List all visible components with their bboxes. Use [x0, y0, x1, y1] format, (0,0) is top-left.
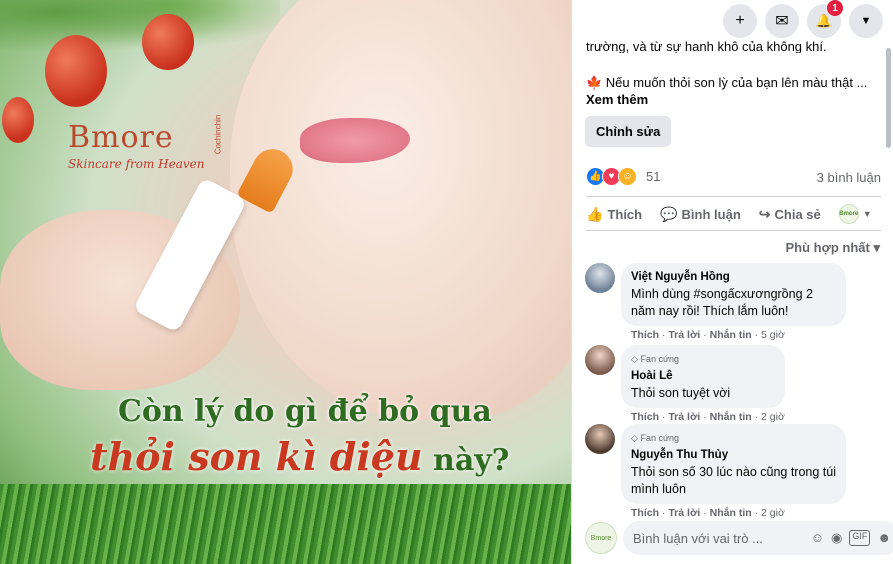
chevron-down-icon: ▼ [862, 209, 872, 219]
post-as-selector[interactable]: Bmore ▼ [838, 204, 872, 224]
comment-time[interactable]: 2 giờ [761, 411, 785, 423]
comment-reply-link[interactable]: Trả lời [668, 411, 700, 423]
grass-decor [0, 484, 571, 564]
top-fan-badge: ◇ Fan cứng [631, 351, 775, 368]
messenger-icon: ✉ [775, 13, 789, 30]
comment-text: Thỏi son tuyệt vời [631, 386, 731, 400]
comment-text: Thỏi son số 30 lúc nào cũng trong túi mì… [631, 465, 836, 496]
comment-bubble: ◇ Fan cứng Nguyễn Thu Thủy Thỏi son số 3… [621, 424, 846, 504]
comment-input-placeholder: Bình luận với vai trò ... [633, 530, 763, 546]
badge-label: Fan cứng [640, 433, 679, 443]
model-face [230, 0, 571, 420]
comment-meta: Thích · Trả lời · Nhắn tin · 5 giờ [631, 329, 785, 341]
see-more-link[interactable]: Xem thêm [586, 92, 648, 107]
comment-composer: Bmore Bình luận với vai trò ... ☺ ◉ GIF … [585, 521, 893, 555]
page-avatar: Bmore [838, 204, 859, 224]
comment-time[interactable]: 2 giờ [761, 507, 785, 519]
post-photo[interactable]: Bmore Skincare from Heaven Cochinchin Cò… [0, 0, 571, 564]
headline-line1: Còn lý do gì để bỏ qua [118, 394, 492, 429]
notification-badge: 1 [827, 0, 843, 16]
logo-name: more [91, 120, 174, 155]
gac-fruit [2, 97, 34, 143]
caption-partial: trường, và từ sự hanh khô của không khí. [586, 41, 827, 53]
comment-like-link[interactable]: Thích [631, 507, 659, 519]
notifications-button[interactable]: 🔔 1 [807, 0, 843, 38]
share-label: Chia sẻ [774, 206, 821, 222]
comment-count[interactable]: 3 bình luận [817, 170, 881, 185]
comment-like-link[interactable]: Thích [631, 411, 659, 423]
headline-line2: thỏi son kì diệu này? [90, 434, 509, 479]
comment-like-link[interactable]: Thích [631, 329, 659, 341]
edit-button[interactable]: Chỉnh sửa [585, 116, 672, 147]
badge-label: Fan cứng [640, 354, 679, 364]
messenger-button[interactable]: ✉ [765, 4, 799, 38]
comment-icon: 💬 [660, 205, 678, 222]
comment-item: Việt Nguyễn Hồng Mình dùng #songấcxươngr… [585, 263, 846, 341]
commenter-name[interactable]: Việt Nguyễn Hồng [631, 269, 836, 286]
create-button[interactable]: + [723, 4, 757, 38]
logo-tagline: Skincare from Heaven [68, 157, 205, 171]
comment-message-link[interactable]: Nhắn tin [710, 329, 752, 341]
comment-message-link[interactable]: Nhắn tin [710, 507, 752, 519]
reactions-summary[interactable]: 👍 ♥ ☺ 51 [586, 167, 660, 186]
scrollbar[interactable] [886, 48, 891, 148]
comment-time[interactable]: 5 giờ [761, 329, 785, 341]
composer-icons: ☺ ◉ GIF ☻ [811, 530, 891, 546]
headline-tail: này? [422, 443, 510, 478]
share-button[interactable]: ↪ Chia sẻ [759, 206, 821, 223]
caption-line: 🍁 Nếu muốn thỏi son lỳ của bạn lên màu t… [586, 75, 868, 90]
commenter-name[interactable]: Hoài Lê [631, 368, 775, 385]
diamond-icon: ◇ [631, 433, 638, 443]
top-right-buttons: + ✉ 🔔 1 ▼ [723, 0, 883, 38]
avatar[interactable] [585, 424, 615, 454]
caret-down-icon: ▼ [860, 15, 872, 27]
headline-main: thỏi son kì diệu [90, 434, 423, 479]
comment-meta: Thích · Trả lời · Nhắn tin · 2 giờ [631, 507, 785, 519]
leaves-decor [0, 0, 280, 60]
reaction-count[interactable]: 51 [646, 169, 660, 184]
like-label: Thích [607, 206, 643, 222]
page-avatar: Bmore [585, 522, 617, 554]
comment-input[interactable]: Bình luận với vai trò ... ☺ ◉ GIF ☻ [623, 521, 893, 555]
gac-fruit [45, 35, 107, 107]
comment-bubble: Việt Nguyễn Hồng Mình dùng #songấcxươngr… [621, 263, 846, 326]
divider [586, 230, 881, 231]
bell-icon: 🔔 [815, 13, 833, 28]
comment-bubble: ◇ Fan cứng Hoài Lê Thỏi son tuyệt vời [621, 345, 785, 408]
gac-fruit [142, 14, 194, 70]
comment-label: Bình luận [681, 206, 741, 222]
comment-meta: Thích · Trả lời · Nhắn tin · 2 giờ [631, 411, 785, 423]
comment-sort-dropdown[interactable]: Phù hợp nhất ▾ [786, 240, 880, 256]
emoji-icon[interactable]: ☺ [811, 530, 824, 546]
diamond-icon: ◇ [631, 354, 638, 364]
comment-reply-link[interactable]: Trả lời [668, 329, 700, 341]
comment-text: Mình dùng #songấcxươngrồng 2 năm nay rồi… [631, 287, 813, 318]
logo-prefix: B [68, 120, 92, 155]
wow-reaction-icon: ☺ [618, 167, 637, 186]
post-side-panel: trường, và từ sự hanh khô của không khí.… [571, 0, 893, 564]
avatar[interactable] [585, 345, 615, 375]
comment-item: ◇ Fan cứng Hoài Lê Thỏi son tuyệt vời Th… [585, 345, 785, 423]
commenter-name[interactable]: Nguyễn Thu Thủy [631, 447, 836, 464]
post-actions: 👍 Thích 💬 Bình luận ↪ Chia sẻ Bmore ▼ [586, 204, 881, 224]
logo-side-text: Cochinchin [213, 114, 223, 155]
top-fan-badge: ◇ Fan cứng [631, 430, 836, 447]
comment-button[interactable]: 💬 Bình luận [660, 206, 741, 223]
account-menu-button[interactable]: ▼ [849, 4, 883, 38]
brand-logo: Bmore Skincare from Heaven Cochinchin [68, 115, 222, 171]
comment-message-link[interactable]: Nhắn tin [710, 411, 752, 423]
comment-item: ◇ Fan cứng Nguyễn Thu Thủy Thỏi son số 3… [585, 424, 846, 519]
share-icon: ↪ [758, 205, 771, 222]
like-button[interactable]: 👍 Thích [586, 206, 642, 223]
plus-icon: + [735, 12, 745, 29]
divider [586, 196, 881, 197]
avatar[interactable] [585, 263, 615, 293]
gif-icon[interactable]: GIF [849, 530, 871, 546]
thumbs-up-icon: 👍 [586, 205, 604, 222]
sticker-icon[interactable]: ☻ [877, 530, 891, 546]
comment-reply-link[interactable]: Trả lời [668, 507, 700, 519]
camera-icon[interactable]: ◉ [831, 530, 842, 546]
